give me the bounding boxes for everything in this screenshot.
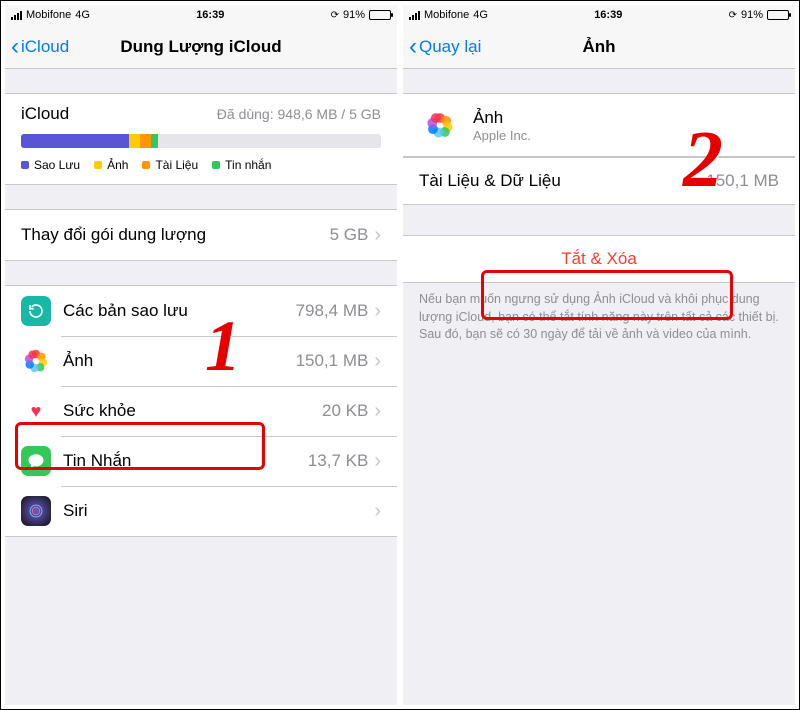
- signal-icon: [11, 11, 22, 20]
- siri-icon: [21, 496, 51, 526]
- clock: 16:39: [488, 9, 729, 21]
- chevron-right-icon: ›: [374, 224, 381, 247]
- phone-left: Mobifone 4G 16:39 ⟳ 91% ‹ iCloud Dung Lư…: [5, 5, 397, 705]
- health-icon: ♥: [21, 396, 51, 426]
- chevron-right-icon: ›: [374, 500, 381, 523]
- phone-right: Mobifone 4G 16:39 ⟳ 91% ‹ Quay lại Ảnh: [403, 5, 795, 705]
- back-button[interactable]: ‹ Quay lại: [409, 35, 481, 59]
- documents-data-value: 150,1 MB: [706, 171, 779, 191]
- carrier-label: Mobifone: [26, 9, 71, 21]
- change-plan-label: Thay đổi gói dung lượng: [21, 225, 330, 245]
- network-label: 4G: [75, 9, 90, 21]
- battery-icon: [767, 10, 789, 20]
- chevron-right-icon: ›: [374, 300, 381, 323]
- change-plan-row[interactable]: Thay đổi gói dung lượng 5 GB ›: [5, 210, 397, 260]
- app-name: Ảnh: [473, 108, 531, 128]
- nav-bar: ‹ iCloud Dung Lượng iCloud: [5, 25, 397, 69]
- app-vendor: Apple Inc.: [473, 128, 531, 143]
- documents-data-label: Tài Liệu & Dữ Liệu: [419, 171, 561, 191]
- battery-percent: 91%: [343, 9, 365, 21]
- disable-and-delete-button[interactable]: Tắt & Xóa: [403, 235, 795, 283]
- status-bar: Mobifone 4G 16:39 ⟳ 91%: [5, 5, 397, 25]
- back-button[interactable]: ‹ iCloud: [11, 35, 69, 59]
- battery-icon: [369, 10, 391, 20]
- list-item-backups[interactable]: Các bản sao lưu 798,4 MB ›: [5, 286, 397, 336]
- network-label: 4G: [473, 9, 488, 21]
- orientation-lock-icon: ⟳: [729, 10, 737, 21]
- storage-used: Đã dùng: 948,6 MB / 5 GB: [217, 106, 381, 122]
- list-item-photos[interactable]: Ảnh 150,1 MB ›: [5, 336, 397, 386]
- chevron-right-icon: ›: [374, 450, 381, 473]
- list-item-siri[interactable]: Siri ›: [5, 486, 397, 536]
- photos-app-icon: [419, 104, 461, 146]
- battery-percent: 91%: [741, 9, 763, 21]
- messages-icon: [21, 446, 51, 476]
- chevron-right-icon: ›: [374, 350, 381, 373]
- back-label: iCloud: [21, 37, 69, 57]
- storage-apps-list: Các bản sao lưu 798,4 MB ›: [5, 285, 397, 537]
- storage-summary: iCloud Đã dùng: 948,6 MB / 5 GB Sao Lưu …: [5, 93, 397, 185]
- backup-icon: [21, 296, 51, 326]
- signal-icon: [409, 11, 420, 20]
- back-label: Quay lại: [419, 37, 481, 57]
- storage-legend: Sao Lưu Ảnh Tài Liệu Tin nhắn: [21, 158, 381, 172]
- photos-icon: [21, 346, 51, 376]
- storage-title: iCloud: [21, 104, 69, 124]
- chevron-right-icon: ›: [374, 400, 381, 423]
- footer-description: Nếu bạn muốn ngưng sử dụng Ảnh iCloud và…: [403, 283, 795, 344]
- documents-data-row: Tài Liệu & Dữ Liệu 150,1 MB: [403, 157, 795, 205]
- app-header: Ảnh Apple Inc.: [403, 93, 795, 157]
- clock: 16:39: [90, 9, 331, 21]
- orientation-lock-icon: ⟳: [331, 10, 339, 21]
- storage-usage-bar: [21, 134, 381, 148]
- change-plan-value: 5 GB: [330, 225, 369, 245]
- chevron-left-icon: ‹: [11, 35, 19, 59]
- carrier-label: Mobifone: [424, 9, 469, 21]
- nav-bar: ‹ Quay lại Ảnh: [403, 25, 795, 69]
- list-item-messages[interactable]: Tin Nhắn 13,7 KB ›: [5, 436, 397, 486]
- chevron-left-icon: ‹: [409, 35, 417, 59]
- status-bar: Mobifone 4G 16:39 ⟳ 91%: [403, 5, 795, 25]
- list-item-health[interactable]: ♥ Sức khỏe 20 KB ›: [5, 386, 397, 436]
